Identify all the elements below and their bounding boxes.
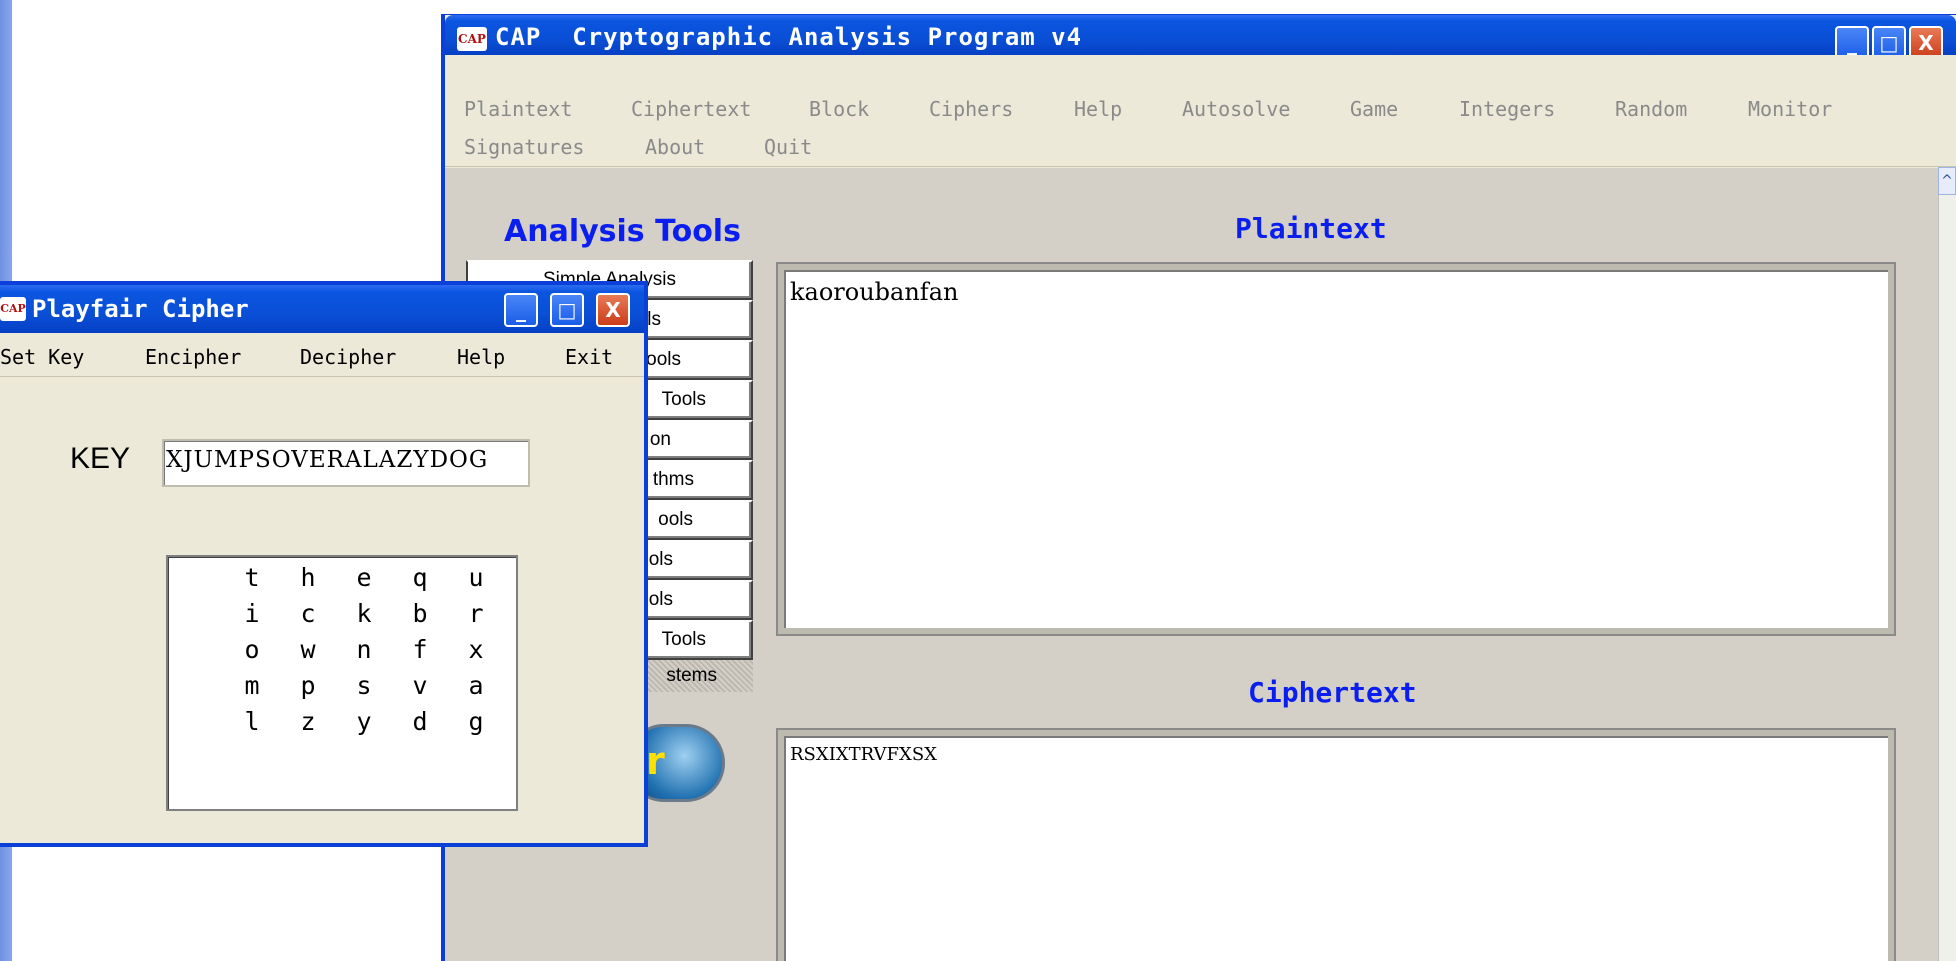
key-square-cell: u [468,563,484,592]
menu-block[interactable]: Block [809,97,869,121]
key-square-cell: a [468,671,484,700]
menu-about[interactable]: About [645,135,705,159]
key-square-cell: y [356,707,372,736]
playfair-close-button[interactable]: X [596,293,630,327]
key-label: KEY [70,442,131,475]
key-input[interactable]: XJUMPSOVERALAZYDOG [162,439,530,487]
analysis-tools-heading: Analysis Tools [504,214,741,249]
key-square-cell: p [300,671,316,700]
menu-ciphers[interactable]: Ciphers [929,97,1013,121]
key-square-row: l z y d g [224,707,504,743]
ciphertext-content: RSXIXTRVFXSX [790,744,937,765]
menu-set-key[interactable]: Set Key [0,345,84,369]
key-square-cell: g [468,707,484,736]
key-square-cell: q [412,563,428,592]
menu-integers[interactable]: Integers [1459,97,1555,121]
key-square-cell: e [356,563,372,592]
key-square-row: i c k b r [224,599,504,635]
menu-ciphertext[interactable]: Ciphertext [631,97,751,121]
main-menubar: Plaintext Ciphertext Block Ciphers Help … [445,55,1956,167]
playfair-window: CAP Playfair Cipher _ □ X Set Key Enciph… [0,281,648,847]
menu-playfair-help[interactable]: Help [457,345,505,369]
menu-plaintext[interactable]: Plaintext [464,97,572,121]
cap-logo-glyph: r [646,739,665,783]
menu-encipher[interactable]: Encipher [145,345,241,369]
key-square-cell: b [412,599,428,628]
key-square-cell: c [300,599,316,628]
key-square-cell: h [300,563,316,592]
menu-game[interactable]: Game [1350,97,1398,121]
playfair-key-square: t h e q u i c k b r o w n f x m p s v a [166,555,518,811]
plaintext-label: Plaintext [1235,212,1387,245]
playfair-minimize-button[interactable]: _ [504,293,538,327]
menu-decipher[interactable]: Decipher [300,345,396,369]
key-square-cell: n [356,635,372,664]
ciphertext-pane[interactable]: RSXIXTRVFXSX [778,730,1894,961]
key-square-cell: v [412,671,428,700]
key-square-cell: d [412,707,428,736]
menu-quit[interactable]: Quit [764,135,812,159]
menu-monitor[interactable]: Monitor [1748,97,1832,121]
menu-autosolve[interactable]: Autosolve [1182,97,1290,121]
key-square-cell: l [244,707,260,736]
menu-exit[interactable]: Exit [565,345,613,369]
key-square-row: o w n f x [224,635,504,671]
plaintext-pane[interactable]: kaoroubanfan [778,264,1894,634]
plaintext-content: kaoroubanfan [790,278,959,306]
menu-signatures[interactable]: Signatures [464,135,584,159]
cap-main-window: CAP CAP Cryptographic Analysis Program v… [441,14,1956,961]
vertical-scrollbar[interactable] [1938,167,1956,961]
key-square-cell: o [244,635,260,664]
main-client-area: Analysis Tools Simple Analysis ls ools T… [445,168,1956,961]
key-square-row: t h e q u [224,563,504,599]
key-square-cell: t [244,563,260,592]
key-square-cell: x [468,635,484,664]
playfair-maximize-button[interactable]: □ [550,293,584,327]
key-square-cell: z [300,707,316,736]
key-square-cell: r [468,599,484,628]
ciphertext-label: Ciphertext [1248,676,1417,709]
key-square-cell: m [244,671,260,700]
scroll-up-icon[interactable]: ^ [1938,167,1956,195]
key-square-cell: s [356,671,372,700]
key-square-cell: w [300,635,316,664]
playfair-titlebar[interactable]: CAP Playfair Cipher _ □ X [0,285,644,333]
playfair-menubar: Set Key Encipher Decipher Help Exit [0,333,644,377]
menu-random[interactable]: Random [1615,97,1687,121]
main-titlebar[interactable]: CAP CAP Cryptographic Analysis Program v… [445,15,1956,60]
menu-help[interactable]: Help [1074,97,1122,121]
key-square-row: m p s v a [224,671,504,707]
key-square-cell: k [356,599,372,628]
cap-app-icon: CAP [0,297,26,321]
key-square-cell: i [244,599,260,628]
key-square-cell: f [412,635,428,664]
main-window-title: CAP Cryptographic Analysis Program v4 [495,23,1083,51]
cap-app-icon: CAP [457,27,487,51]
playfair-window-title: Playfair Cipher [32,295,249,323]
